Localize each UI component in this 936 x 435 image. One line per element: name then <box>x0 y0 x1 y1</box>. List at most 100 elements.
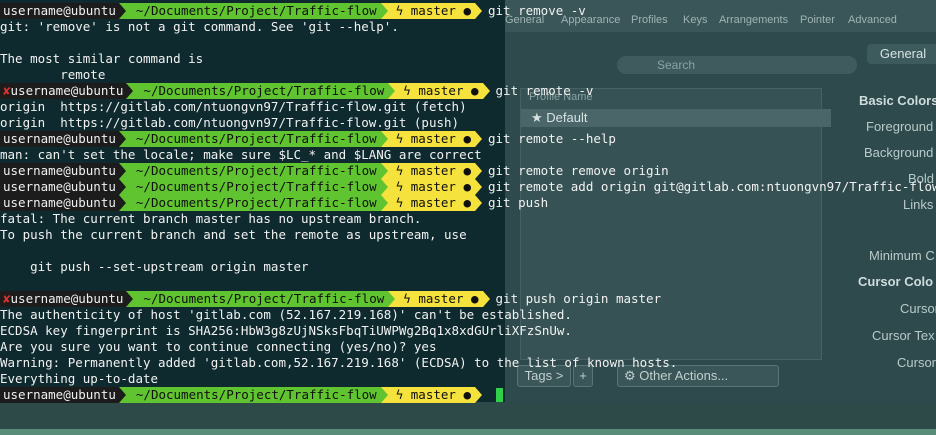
prompt-branch: master <box>418 291 464 306</box>
powerline-separator <box>380 387 388 403</box>
output-text: The most similar command is <box>0 51 204 66</box>
output-text: fatal: The current branch master has no … <box>0 211 422 226</box>
git-branch-icon: ϟ <box>403 83 411 98</box>
powerline-separator <box>380 195 388 211</box>
powerline-separator <box>475 387 482 403</box>
prompt-branch-segment: ϟ master ● <box>387 163 475 179</box>
prompt-branch-segment: ϟ master ● <box>387 3 475 19</box>
output-line: The most similar command is <box>0 51 203 67</box>
prompt-user: username@ubuntu <box>3 3 116 18</box>
desktop-strip <box>0 429 936 435</box>
output-line: Are you sure you want to continue connec… <box>0 339 437 355</box>
output-text: origin https://gitlab.com/ntuongvn97/Tra… <box>0 115 460 130</box>
prompt-line: username@ubuntu ~/Documents/Project/Traff… <box>0 3 586 19</box>
output-text: origin https://gitlab.com/ntuongvn97/Tra… <box>0 99 467 114</box>
prompt-line: username@ubuntu ~/Documents/Project/Traff… <box>0 387 503 403</box>
dirty-indicator-icon: ● <box>463 387 471 402</box>
prompt-branch: master <box>410 195 456 210</box>
powerline-separator <box>380 163 388 179</box>
git-branch-icon: ϟ <box>395 195 404 210</box>
prompt-path: ~/Documents/Project/Traffic-flow <box>133 291 389 307</box>
output-text: Are you sure you want to continue connec… <box>0 339 437 354</box>
output-line: origin https://gitlab.com/ntuongvn97/Tra… <box>0 99 467 115</box>
prompt-user-segment: username@ubuntu <box>0 195 119 211</box>
powerline-separator <box>380 131 388 147</box>
git-branch-icon: ϟ <box>395 3 404 18</box>
powerline-separator <box>118 195 126 211</box>
powerline-separator <box>482 291 490 307</box>
command-text <box>482 387 488 402</box>
command-text: git remote remove origin <box>488 163 669 178</box>
prompt-path: ~/Documents/Project/Traffic-flow <box>133 83 389 99</box>
prompt-path: ~/Documents/Project/Traffic-flow <box>125 179 381 195</box>
output-line: Everything up-to-date <box>0 371 158 387</box>
output-text: git: 'remove' is not a git command. See … <box>0 19 399 34</box>
command-text: git remote add origin git@gitlab.com:ntu… <box>488 179 936 194</box>
git-branch-icon: ϟ <box>403 291 411 306</box>
prompt-branch-segment: ϟ master ● <box>387 195 475 211</box>
prompt-user-segment: username@ubuntu <box>0 131 119 147</box>
prompt-user: username@ubuntu <box>10 83 124 98</box>
prompt-branch-segment: ϟ master ● <box>395 291 483 307</box>
prompt-path: ~/Documents/Project/Traffic-flow <box>125 195 381 211</box>
output-text: git push --set-upstream origin master <box>0 259 309 274</box>
output-text: Warning: Permanently added 'gitlab.com,5… <box>0 355 678 370</box>
prompt-branch-segment: ϟ master ● <box>387 179 475 195</box>
prompt-user-segment: username@ubuntu <box>0 387 119 403</box>
terminal-window[interactable]: username@ubuntu ~/Documents/Project/Traff… <box>0 0 936 420</box>
output-line: remote <box>0 67 105 83</box>
powerline-separator <box>475 131 482 147</box>
powerline-separator <box>380 3 388 19</box>
powerline-separator <box>126 83 134 99</box>
powerline-separator <box>388 291 396 307</box>
prompt-branch: master <box>410 163 456 178</box>
prompt-user: username@ubuntu <box>3 163 116 178</box>
output-line: git: 'remove' is not a git command. See … <box>0 19 399 35</box>
prompt-user: username@ubuntu <box>3 387 116 402</box>
prompt-line: username@ubuntu ~/Documents/Project/Traff… <box>0 179 936 195</box>
prompt-path: ~/Documents/Project/Traffic-flow <box>125 131 381 147</box>
powerline-separator <box>118 3 126 19</box>
dirty-indicator-icon: ● <box>471 83 479 98</box>
prompt-line: username@ubuntu ~/Documents/Project/Traff… <box>0 131 616 147</box>
prompt-branch-segment: ϟ master ● <box>387 387 475 403</box>
powerline-separator <box>118 163 126 179</box>
prompt-user-segment: ✘username@ubuntu <box>0 291 127 307</box>
dirty-indicator-icon: ● <box>463 131 471 146</box>
error-x-icon: ✘ <box>3 83 11 98</box>
powerline-separator <box>126 291 134 307</box>
git-branch-icon: ϟ <box>395 163 404 178</box>
command-text: git remote --help <box>488 131 616 146</box>
prompt-path: ~/Documents/Project/Traffic-flow <box>125 163 381 179</box>
prompt-line: username@ubuntu ~/Documents/Project/Traff… <box>0 195 548 211</box>
powerline-separator <box>475 163 482 179</box>
output-text: To push the current branch and set the r… <box>0 227 467 242</box>
dirty-indicator-icon: ● <box>463 195 471 210</box>
command-text: git push <box>488 195 549 210</box>
dirty-indicator-icon: ● <box>471 291 479 306</box>
prompt-branch: master <box>410 179 456 194</box>
prompt-user: username@ubuntu <box>3 179 116 194</box>
prompt-branch: master <box>410 387 456 402</box>
prompt-user: username@ubuntu <box>10 291 124 306</box>
terminal-cursor[interactable] <box>496 388 503 402</box>
powerline-separator <box>475 3 482 19</box>
prompt-branch-segment: ϟ master ● <box>387 131 475 147</box>
git-branch-icon: ϟ <box>395 131 404 146</box>
prompt-user: username@ubuntu <box>3 195 116 210</box>
powerline-separator <box>118 387 126 403</box>
powerline-separator <box>475 195 482 211</box>
powerline-separator <box>475 179 482 195</box>
powerline-separator <box>118 179 126 195</box>
prompt-user-segment: username@ubuntu <box>0 3 119 19</box>
dirty-indicator-icon: ● <box>463 179 471 194</box>
prompt-user: username@ubuntu <box>3 131 116 146</box>
output-line: fatal: The current branch master has no … <box>0 211 421 227</box>
prompt-line: ✘username@ubuntu ~/Documents/Project/Traf… <box>0 83 593 99</box>
output-line: To push the current branch and set the r… <box>0 227 467 243</box>
output-text: remote <box>0 67 106 82</box>
output-text: Everything up-to-date <box>0 371 159 386</box>
prompt-path: ~/Documents/Project/Traffic-flow <box>125 3 381 19</box>
output-line: ECDSA key fingerprint is SHA256:HbW3g8zU… <box>0 323 572 339</box>
command-text: git remove -v <box>488 3 586 18</box>
